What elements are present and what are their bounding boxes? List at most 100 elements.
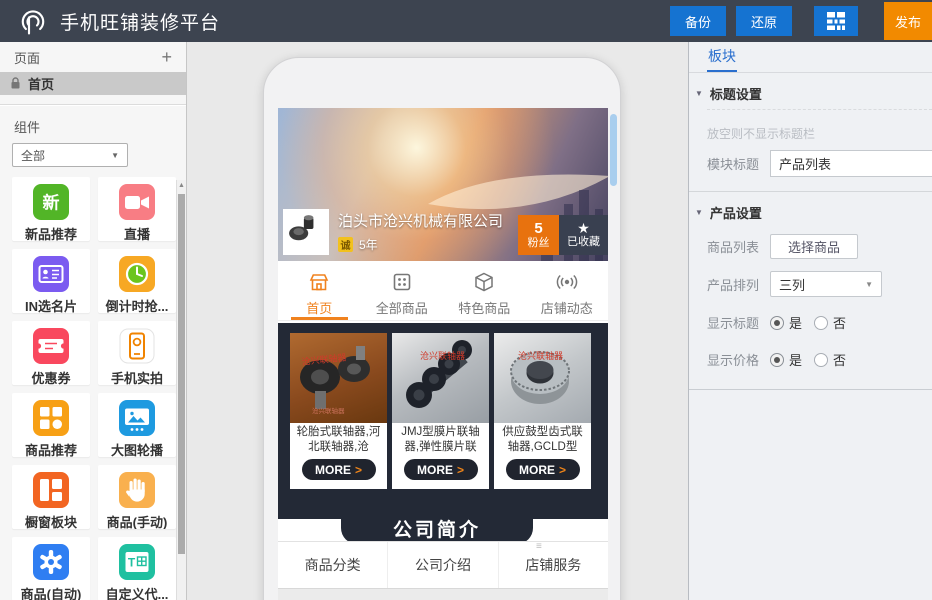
component-label: 橱窗板块	[12, 512, 90, 529]
components-title: 组件	[0, 106, 186, 143]
gear-icon	[33, 544, 69, 580]
component-filter-dropdown[interactable]: 全部 ▼	[12, 143, 128, 167]
custom-code-icon: T	[119, 544, 155, 580]
component-coupon[interactable]: 优惠券	[12, 321, 90, 385]
show-title-yes-radio[interactable]	[770, 316, 784, 330]
show-price-label: 显示价格	[707, 350, 770, 369]
shop-footer-nav: 商品分类公司介绍店铺服务	[278, 541, 608, 589]
component-custom-code[interactable]: T 自定义代...	[98, 537, 176, 600]
image-carousel-icon	[119, 400, 155, 436]
title-settings-section[interactable]: ▼ 标题设置	[689, 73, 932, 109]
sidebar-scrollbar[interactable]: ▲	[176, 180, 186, 600]
select-product-button[interactable]: 选择商品	[770, 234, 858, 259]
more-label: MORE	[519, 463, 555, 477]
tab-module[interactable]: 板块	[707, 42, 737, 72]
component-new-badge[interactable]: 新新品推荐	[12, 177, 90, 241]
star-icon: ★	[577, 221, 590, 236]
more-label: MORE	[417, 463, 453, 477]
product-image: 沧兴联轴器	[494, 333, 591, 423]
shop-logo	[283, 209, 329, 255]
sidebar: 页面 + 首页 组件 全部 ▼ 新新品推荐直播IN选名片倒计时抢...优惠券手机…	[0, 42, 187, 600]
shop-tab-storefront[interactable]: 首页	[278, 261, 361, 320]
sidebar-scrollbar-thumb[interactable]	[178, 194, 185, 554]
publish-button[interactable]: 发布	[884, 2, 932, 40]
qr-code-button[interactable]	[814, 6, 858, 36]
show-price-yes-radio[interactable]	[770, 353, 784, 367]
qr-code-icon	[826, 11, 846, 31]
component-hand[interactable]: 商品(手动)	[98, 465, 176, 529]
component-image-carousel[interactable]: 大图轮播	[98, 393, 176, 457]
sidebar-item-home-page[interactable]: 首页	[0, 72, 186, 95]
shop-tab-broadcast[interactable]: 店铺动态	[526, 261, 609, 320]
app-logo-icon	[16, 4, 50, 38]
shop-tab-bar: 首页全部商品特色商品店铺动态	[278, 261, 608, 321]
shop-tab-cube[interactable]: 特色商品	[443, 261, 526, 320]
arrow-right-icon: >	[457, 463, 464, 477]
component-gear[interactable]: 商品(自动)	[12, 537, 90, 600]
app-header: 手机旺铺装修平台 备份 还原 发布	[0, 0, 932, 42]
show-price-no-radio[interactable]	[814, 353, 828, 367]
product-card: 沧兴联轴器供应鼓型齿式联轴器,GCLD型MORE>	[494, 333, 591, 489]
component-label: 自定义代...	[98, 584, 176, 600]
new-badge-icon: 新	[33, 184, 69, 220]
show-title-no-radio[interactable]	[814, 316, 828, 330]
phone-scrollbar-thumb[interactable]	[610, 114, 617, 186]
footer-nav-item[interactable]: 公司介绍	[388, 542, 498, 588]
more-button[interactable]: MORE >	[404, 459, 478, 480]
component-label: 新品推荐	[12, 224, 90, 241]
favorite-button[interactable]: ★ 已收藏	[559, 215, 608, 255]
screen-background	[278, 589, 608, 600]
arrangement-value: 三列	[779, 275, 805, 294]
module-drag-handle-icon[interactable]: ≡	[536, 542, 542, 552]
svg-text:沧兴联轴器: 沧兴联轴器	[312, 406, 345, 415]
broadcast-icon	[555, 270, 579, 294]
product-settings-section[interactable]: ▼ 产品设置	[689, 192, 932, 228]
component-label: 大图轮播	[98, 440, 176, 457]
restore-button[interactable]: 还原	[736, 6, 792, 36]
shop-name: 泊头市沧兴机械有限公司	[338, 210, 518, 231]
footer-nav-item[interactable]: 商品分类	[278, 542, 388, 588]
svg-text:新: 新	[43, 193, 60, 213]
module-title-input[interactable]	[770, 150, 932, 177]
product-card: 沧兴联轴器 JMJ型膜片联轴器,弹性膜片联 MORE >	[392, 333, 489, 489]
window-layout-icon	[33, 472, 69, 508]
cube-icon	[472, 270, 496, 294]
show-title-label: 显示标题	[707, 313, 770, 332]
hand-icon	[119, 472, 155, 508]
svg-text:沧兴联轴器: 沧兴联轴器	[518, 350, 563, 361]
product-title: JMJ型膜片联轴器,弹性膜片联	[392, 423, 489, 455]
svg-text:T: T	[128, 556, 136, 570]
arrangement-select[interactable]: 三列 ▼	[770, 271, 882, 297]
add-page-button[interactable]: +	[161, 49, 172, 65]
footer-nav-item[interactable]: 店铺服务	[499, 542, 608, 588]
collapse-icon: ▼	[695, 89, 703, 98]
shop-years: 5年	[359, 236, 378, 253]
component-label: 商品(手动)	[98, 512, 176, 529]
more-button[interactable]: MORE>	[302, 459, 376, 480]
product-title: 轮胎式联轴器,河北联轴器,沧	[290, 423, 387, 455]
fans-label: 粉丝	[528, 237, 550, 250]
settings-panel: 板块 ▼ 标题设置 放空则不显示标题栏 模块标题 ▼ 产品设置 商品列表 选择商…	[688, 42, 932, 600]
contact-card-icon	[33, 256, 69, 292]
component-grid[interactable]: 商品推荐	[12, 393, 90, 457]
component-countdown-clock[interactable]: 倒计时抢...	[98, 249, 176, 313]
svg-text:沧兴联轴器: 沧兴联轴器	[420, 350, 465, 361]
coupon-icon	[33, 328, 69, 364]
fans-counter[interactable]: 5 粉丝	[518, 215, 559, 255]
more-button[interactable]: MORE >	[506, 459, 580, 480]
scroll-up-icon[interactable]: ▲	[177, 180, 186, 192]
component-label: 商品(自动)	[12, 584, 90, 600]
shop-tab-grid-dots[interactable]: 全部商品	[361, 261, 444, 320]
component-video-camera[interactable]: 直播	[98, 177, 176, 241]
arrow-right-icon: >	[559, 463, 566, 477]
component-label: 倒计时抢...	[98, 296, 176, 313]
product-settings-label: 产品设置	[710, 203, 762, 222]
component-phone-camera[interactable]: 手机实拍	[98, 321, 176, 385]
product-image: 沧兴联轴器沧兴联轴器	[290, 333, 387, 423]
component-window-layout[interactable]: 橱窗板块	[12, 465, 90, 529]
arrangement-label: 产品排列	[707, 275, 770, 294]
backup-button[interactable]: 备份	[670, 6, 726, 36]
countdown-clock-icon	[119, 256, 155, 292]
component-contact-card[interactable]: IN选名片	[12, 249, 90, 313]
page-item-label: 首页	[28, 74, 54, 93]
